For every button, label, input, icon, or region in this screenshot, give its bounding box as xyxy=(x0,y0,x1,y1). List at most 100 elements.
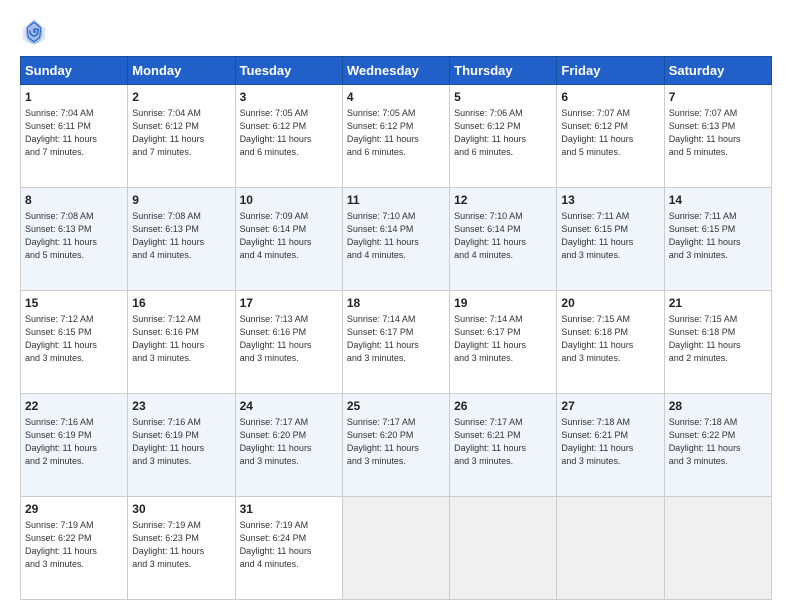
day-info: Sunrise: 7:12 AMSunset: 6:16 PMDaylight:… xyxy=(132,313,230,365)
calendar-cell: 17Sunrise: 7:13 AMSunset: 6:16 PMDayligh… xyxy=(235,291,342,394)
day-number: 26 xyxy=(454,398,552,415)
calendar-cell: 21Sunrise: 7:15 AMSunset: 6:18 PMDayligh… xyxy=(664,291,771,394)
day-number: 27 xyxy=(561,398,659,415)
calendar-cell: 31Sunrise: 7:19 AMSunset: 6:24 PMDayligh… xyxy=(235,497,342,600)
day-number: 25 xyxy=(347,398,445,415)
general-blue-icon xyxy=(20,18,48,46)
day-number: 5 xyxy=(454,89,552,106)
calendar-cell: 24Sunrise: 7:17 AMSunset: 6:20 PMDayligh… xyxy=(235,394,342,497)
calendar-cell: 13Sunrise: 7:11 AMSunset: 6:15 PMDayligh… xyxy=(557,188,664,291)
calendar-cell: 10Sunrise: 7:09 AMSunset: 6:14 PMDayligh… xyxy=(235,188,342,291)
column-header-sunday: Sunday xyxy=(21,57,128,85)
calendar-cell: 5Sunrise: 7:06 AMSunset: 6:12 PMDaylight… xyxy=(450,85,557,188)
calendar-cell: 4Sunrise: 7:05 AMSunset: 6:12 PMDaylight… xyxy=(342,85,449,188)
day-info: Sunrise: 7:09 AMSunset: 6:14 PMDaylight:… xyxy=(240,210,338,262)
day-number: 1 xyxy=(25,89,123,106)
day-number: 22 xyxy=(25,398,123,415)
column-header-thursday: Thursday xyxy=(450,57,557,85)
day-info: Sunrise: 7:19 AMSunset: 6:24 PMDaylight:… xyxy=(240,519,338,571)
day-number: 2 xyxy=(132,89,230,106)
calendar-cell: 8Sunrise: 7:08 AMSunset: 6:13 PMDaylight… xyxy=(21,188,128,291)
day-info: Sunrise: 7:11 AMSunset: 6:15 PMDaylight:… xyxy=(669,210,767,262)
day-info: Sunrise: 7:17 AMSunset: 6:21 PMDaylight:… xyxy=(454,416,552,468)
calendar-cell: 26Sunrise: 7:17 AMSunset: 6:21 PMDayligh… xyxy=(450,394,557,497)
column-header-wednesday: Wednesday xyxy=(342,57,449,85)
day-info: Sunrise: 7:15 AMSunset: 6:18 PMDaylight:… xyxy=(561,313,659,365)
day-info: Sunrise: 7:11 AMSunset: 6:15 PMDaylight:… xyxy=(561,210,659,262)
day-info: Sunrise: 7:19 AMSunset: 6:22 PMDaylight:… xyxy=(25,519,123,571)
column-header-monday: Monday xyxy=(128,57,235,85)
column-header-friday: Friday xyxy=(557,57,664,85)
day-number: 12 xyxy=(454,192,552,209)
day-info: Sunrise: 7:18 AMSunset: 6:22 PMDaylight:… xyxy=(669,416,767,468)
day-info: Sunrise: 7:17 AMSunset: 6:20 PMDaylight:… xyxy=(347,416,445,468)
day-info: Sunrise: 7:14 AMSunset: 6:17 PMDaylight:… xyxy=(347,313,445,365)
day-number: 19 xyxy=(454,295,552,312)
calendar-cell xyxy=(342,497,449,600)
day-number: 7 xyxy=(669,89,767,106)
day-number: 31 xyxy=(240,501,338,518)
day-info: Sunrise: 7:19 AMSunset: 6:23 PMDaylight:… xyxy=(132,519,230,571)
day-info: Sunrise: 7:07 AMSunset: 6:13 PMDaylight:… xyxy=(669,107,767,159)
day-info: Sunrise: 7:14 AMSunset: 6:17 PMDaylight:… xyxy=(454,313,552,365)
day-info: Sunrise: 7:04 AMSunset: 6:12 PMDaylight:… xyxy=(132,107,230,159)
day-info: Sunrise: 7:16 AMSunset: 6:19 PMDaylight:… xyxy=(132,416,230,468)
day-number: 6 xyxy=(561,89,659,106)
day-number: 21 xyxy=(669,295,767,312)
calendar-cell: 2Sunrise: 7:04 AMSunset: 6:12 PMDaylight… xyxy=(128,85,235,188)
calendar-cell: 7Sunrise: 7:07 AMSunset: 6:13 PMDaylight… xyxy=(664,85,771,188)
calendar-cell: 12Sunrise: 7:10 AMSunset: 6:14 PMDayligh… xyxy=(450,188,557,291)
calendar-cell: 20Sunrise: 7:15 AMSunset: 6:18 PMDayligh… xyxy=(557,291,664,394)
calendar-cell: 27Sunrise: 7:18 AMSunset: 6:21 PMDayligh… xyxy=(557,394,664,497)
day-info: Sunrise: 7:08 AMSunset: 6:13 PMDaylight:… xyxy=(25,210,123,262)
calendar-cell: 16Sunrise: 7:12 AMSunset: 6:16 PMDayligh… xyxy=(128,291,235,394)
day-number: 15 xyxy=(25,295,123,312)
day-number: 30 xyxy=(132,501,230,518)
calendar-cell: 18Sunrise: 7:14 AMSunset: 6:17 PMDayligh… xyxy=(342,291,449,394)
calendar-cell: 6Sunrise: 7:07 AMSunset: 6:12 PMDaylight… xyxy=(557,85,664,188)
calendar-cell: 11Sunrise: 7:10 AMSunset: 6:14 PMDayligh… xyxy=(342,188,449,291)
day-info: Sunrise: 7:17 AMSunset: 6:20 PMDaylight:… xyxy=(240,416,338,468)
day-info: Sunrise: 7:06 AMSunset: 6:12 PMDaylight:… xyxy=(454,107,552,159)
day-number: 29 xyxy=(25,501,123,518)
day-number: 10 xyxy=(240,192,338,209)
day-number: 14 xyxy=(669,192,767,209)
calendar-cell xyxy=(450,497,557,600)
calendar-cell xyxy=(664,497,771,600)
column-header-saturday: Saturday xyxy=(664,57,771,85)
calendar-cell: 14Sunrise: 7:11 AMSunset: 6:15 PMDayligh… xyxy=(664,188,771,291)
logo xyxy=(20,18,52,46)
day-info: Sunrise: 7:13 AMSunset: 6:16 PMDaylight:… xyxy=(240,313,338,365)
day-number: 28 xyxy=(669,398,767,415)
day-info: Sunrise: 7:12 AMSunset: 6:15 PMDaylight:… xyxy=(25,313,123,365)
calendar-cell: 15Sunrise: 7:12 AMSunset: 6:15 PMDayligh… xyxy=(21,291,128,394)
day-info: Sunrise: 7:08 AMSunset: 6:13 PMDaylight:… xyxy=(132,210,230,262)
calendar-cell: 9Sunrise: 7:08 AMSunset: 6:13 PMDaylight… xyxy=(128,188,235,291)
day-number: 9 xyxy=(132,192,230,209)
day-number: 8 xyxy=(25,192,123,209)
header xyxy=(20,18,772,46)
calendar-cell: 22Sunrise: 7:16 AMSunset: 6:19 PMDayligh… xyxy=(21,394,128,497)
day-info: Sunrise: 7:18 AMSunset: 6:21 PMDaylight:… xyxy=(561,416,659,468)
day-info: Sunrise: 7:05 AMSunset: 6:12 PMDaylight:… xyxy=(240,107,338,159)
calendar-cell: 25Sunrise: 7:17 AMSunset: 6:20 PMDayligh… xyxy=(342,394,449,497)
day-number: 13 xyxy=(561,192,659,209)
day-number: 11 xyxy=(347,192,445,209)
day-number: 3 xyxy=(240,89,338,106)
day-info: Sunrise: 7:10 AMSunset: 6:14 PMDaylight:… xyxy=(347,210,445,262)
calendar-cell: 30Sunrise: 7:19 AMSunset: 6:23 PMDayligh… xyxy=(128,497,235,600)
day-info: Sunrise: 7:04 AMSunset: 6:11 PMDaylight:… xyxy=(25,107,123,159)
calendar-cell: 23Sunrise: 7:16 AMSunset: 6:19 PMDayligh… xyxy=(128,394,235,497)
calendar-cell: 29Sunrise: 7:19 AMSunset: 6:22 PMDayligh… xyxy=(21,497,128,600)
day-info: Sunrise: 7:05 AMSunset: 6:12 PMDaylight:… xyxy=(347,107,445,159)
calendar-cell: 1Sunrise: 7:04 AMSunset: 6:11 PMDaylight… xyxy=(21,85,128,188)
day-number: 16 xyxy=(132,295,230,312)
calendar-table: SundayMondayTuesdayWednesdayThursdayFrid… xyxy=(20,56,772,600)
calendar-cell xyxy=(557,497,664,600)
calendar-cell: 19Sunrise: 7:14 AMSunset: 6:17 PMDayligh… xyxy=(450,291,557,394)
calendar-cell: 28Sunrise: 7:18 AMSunset: 6:22 PMDayligh… xyxy=(664,394,771,497)
day-info: Sunrise: 7:07 AMSunset: 6:12 PMDaylight:… xyxy=(561,107,659,159)
day-number: 23 xyxy=(132,398,230,415)
day-info: Sunrise: 7:10 AMSunset: 6:14 PMDaylight:… xyxy=(454,210,552,262)
column-header-tuesday: Tuesday xyxy=(235,57,342,85)
